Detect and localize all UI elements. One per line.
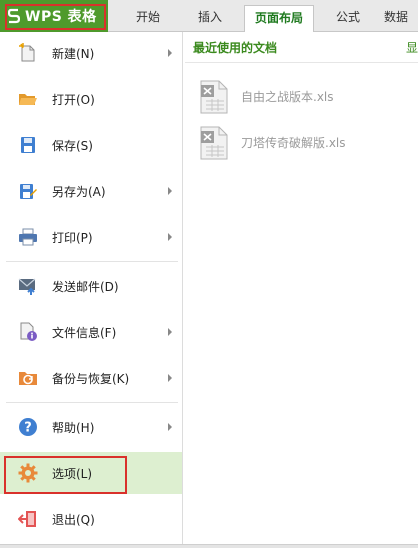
recent-documents-title: 最近使用的文档 (193, 41, 278, 55)
recent-documents-more-link[interactable]: 显 (406, 39, 418, 56)
new-file-icon (19, 43, 35, 62)
open-folder-icon (19, 94, 37, 105)
menu-item-print[interactable]: 打印(P) (0, 216, 182, 258)
menu-item-label: 打印(P) (52, 231, 93, 245)
menu-item-help[interactable]: ? 帮助(H) (0, 406, 182, 448)
menu-item-label: 另存为(A) (52, 185, 106, 199)
gear-icon (18, 463, 38, 483)
menu-item-label: 选项(L) (52, 467, 93, 481)
file-menu: 新建(N) 打开(O) 保存(S) 另存为(A) 打印(P) 发送邮件(D) 文… (0, 32, 183, 548)
menu-item-label: 帮助(H) (52, 421, 95, 435)
file-info-icon (20, 322, 37, 341)
chevron-right-icon (168, 187, 172, 195)
save-icon (21, 137, 35, 153)
svg-text:?: ? (24, 421, 32, 436)
help-icon: ? (19, 418, 37, 436)
wps-menu-button[interactable]: WPS 表格 (0, 0, 108, 32)
excel-file-icon (200, 80, 228, 114)
menu-item-save[interactable]: 保存(S) (0, 124, 182, 166)
ribbon-tab-bar: WPS 表格 开始 插入 页面布局 公式 数据 (0, 0, 418, 32)
menu-item-label: 新建(N) (52, 47, 95, 61)
menu-item-backup-restore[interactable]: 备份与恢复(K) (0, 357, 182, 399)
tab-page-layout[interactable]: 页面布局 (244, 5, 314, 32)
menu-item-label: 文件信息(F) (52, 326, 117, 340)
wps-menu-label: WPS 表格 (25, 9, 97, 25)
window-bottom-edge (0, 544, 418, 548)
exit-icon (18, 511, 36, 527)
tab-data[interactable]: 数据 (384, 5, 418, 32)
recent-file-item[interactable]: 自由之战版本.xls (198, 80, 418, 120)
chevron-right-icon (168, 374, 172, 382)
menu-item-options[interactable]: 选项(L) (0, 452, 182, 494)
printer-icon (19, 228, 37, 246)
excel-file-icon (200, 126, 228, 160)
menu-item-label: 备份与恢复(K) (52, 372, 130, 386)
menu-item-send-mail[interactable]: 发送邮件(D) (0, 265, 182, 307)
menu-item-exit[interactable]: 退出(Q) (0, 498, 182, 540)
menu-item-open[interactable]: 打开(O) (0, 78, 182, 120)
save-as-icon (20, 184, 37, 199)
wps-logo-icon (8, 8, 20, 24)
menu-item-label: 保存(S) (52, 139, 93, 153)
mail-icon (18, 278, 36, 295)
recent-file-name: 自由之战版本.xls (241, 90, 334, 104)
menu-item-label: 发送邮件(D) (52, 280, 119, 294)
menu-item-file-info[interactable]: 文件信息(F) (0, 311, 182, 353)
tab-formula[interactable]: 公式 (320, 5, 376, 32)
tab-home[interactable]: 开始 (120, 5, 176, 32)
menu-item-label: 打开(O) (52, 93, 95, 107)
chevron-right-icon (168, 49, 172, 57)
tab-insert[interactable]: 插入 (182, 5, 238, 32)
chevron-right-icon (168, 233, 172, 241)
menu-item-new[interactable]: 新建(N) (0, 32, 182, 74)
menu-item-save-as[interactable]: 另存为(A) (0, 170, 182, 212)
recent-file-item[interactable]: 刀塔传奇破解版.xls (198, 126, 418, 166)
menu-divider (6, 261, 178, 262)
menu-divider (6, 402, 178, 403)
chevron-right-icon (168, 328, 172, 336)
chevron-right-icon (168, 423, 172, 431)
menu-item-label: 退出(Q) (52, 513, 95, 527)
recent-divider (185, 62, 418, 63)
recent-file-name: 刀塔传奇破解版.xls (241, 136, 346, 150)
backup-icon (19, 372, 37, 385)
